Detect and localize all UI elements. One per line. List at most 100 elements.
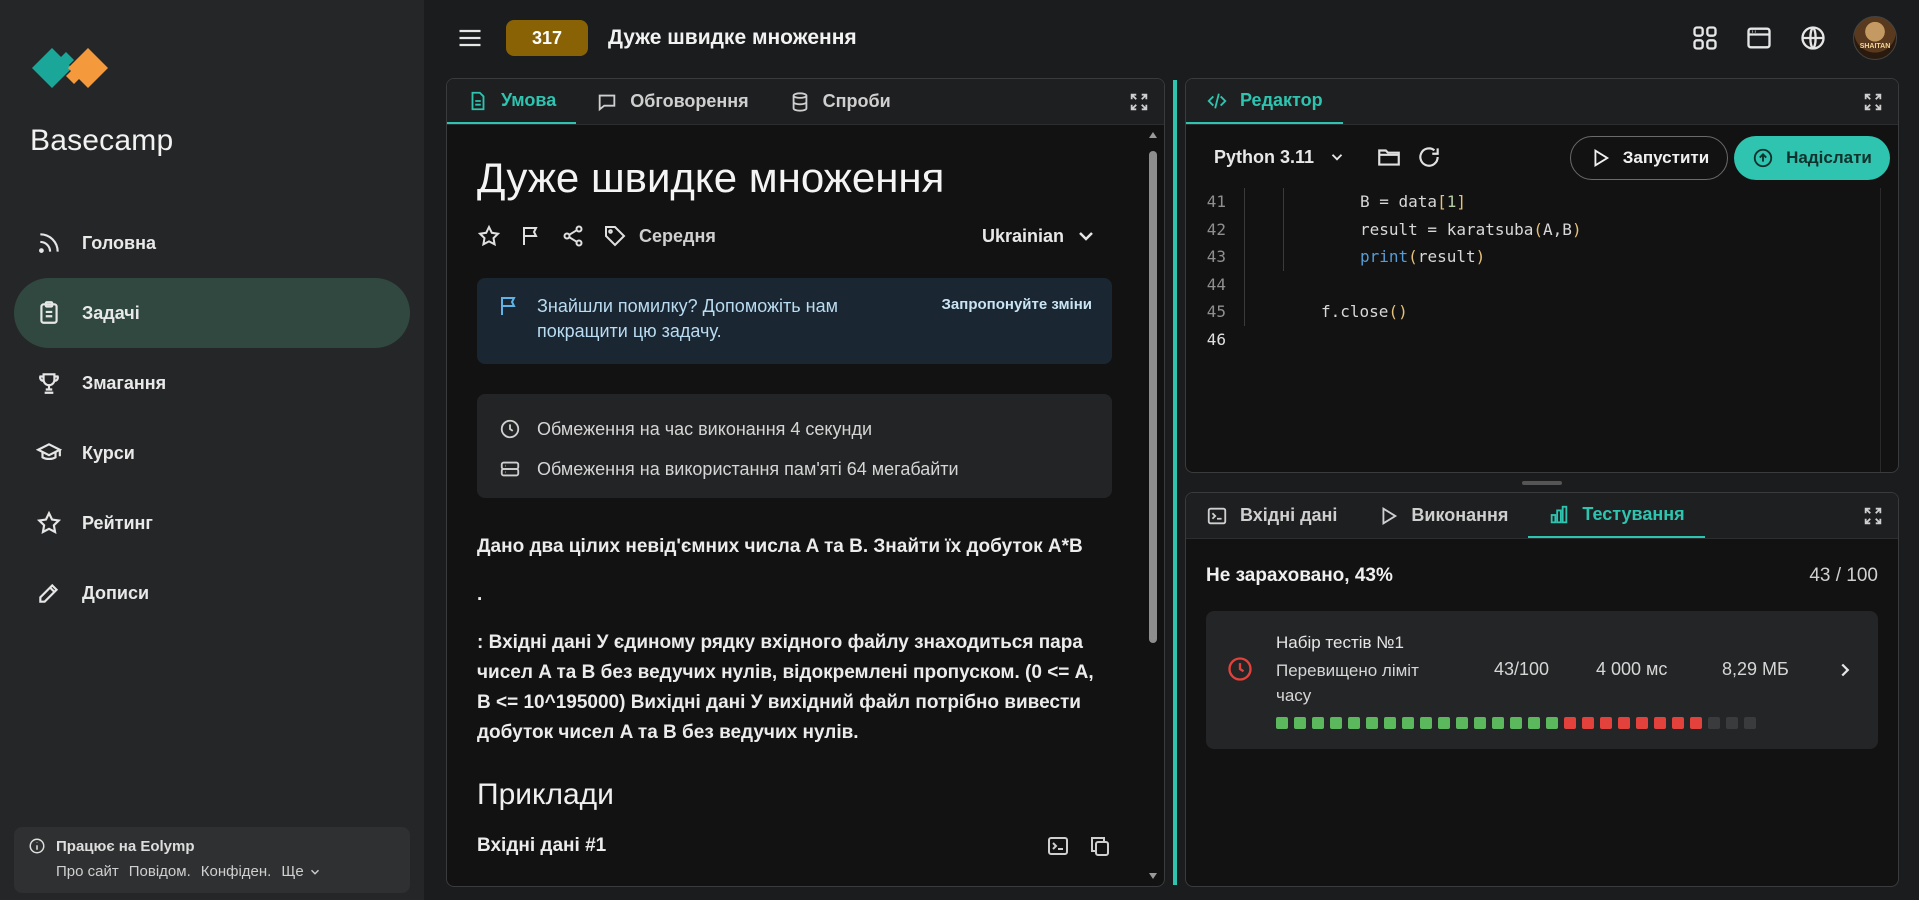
test-failed-marker (1636, 717, 1648, 729)
test-set-status: Перевищено ліміт часу (1276, 661, 1419, 705)
suggest-changes-link[interactable]: Запропонуйте зміни (942, 296, 1092, 348)
footer-link-report[interactable]: Повідом. (129, 863, 191, 880)
terminal-icon[interactable] (1046, 834, 1070, 858)
code-line: 44 (1186, 270, 1880, 298)
tab-label: Умова (501, 90, 557, 110)
indent-guide (1244, 270, 1245, 298)
basecamp-logo-icon[interactable] (30, 38, 110, 98)
top-header: 317 Дуже швидке множення SHAITAN (424, 0, 1919, 76)
scroll-up-arrow-icon[interactable] (1148, 131, 1158, 139)
nav-item-problems[interactable]: Задачі (14, 278, 410, 348)
footer-link-more[interactable]: Ще (281, 863, 321, 880)
indent-guide (1244, 243, 1245, 271)
nav-item-label: Курси (82, 442, 135, 463)
header-actions: SHAITAN (1691, 16, 1897, 60)
statement-paragraph: Дано два цілих невід'ємних числа A та B.… (477, 536, 1083, 557)
tab-label: Обговорення (630, 91, 749, 111)
alert-text: Знайшли помилку? Допоможіть нам покращит… (537, 296, 838, 341)
problem-scrollbar[interactable] (1146, 131, 1160, 882)
expand-icon[interactable] (1128, 91, 1150, 113)
test-failed-marker (1582, 717, 1594, 729)
editor-scrollbar[interactable] (1880, 188, 1898, 472)
submit-button[interactable]: Надіслати (1734, 136, 1890, 180)
graduation-cap-icon (36, 443, 62, 461)
test-passed-marker (1312, 717, 1324, 729)
star-icon[interactable] (477, 224, 501, 248)
test-set-memory: 8,29 МБ (1722, 659, 1789, 679)
run-button[interactable]: Запустити (1570, 136, 1728, 180)
globe-icon[interactable] (1799, 24, 1827, 52)
edit-icon (39, 583, 59, 603)
tab-input[interactable]: Вхідні дані (1186, 493, 1357, 538)
results-tabs: Вхідні дані Виконання Тестування (1186, 493, 1898, 539)
refresh-icon[interactable] (1416, 144, 1442, 170)
hamburger-menu-icon[interactable] (456, 24, 484, 52)
footer-link-privacy[interactable]: Конфіден. (201, 863, 272, 880)
tab-attempts[interactable]: Спроби (769, 79, 911, 124)
editor-resize-handle[interactable] (1522, 481, 1562, 485)
chevron-right-icon[interactable] (1834, 659, 1856, 681)
statement-paragraph: . (477, 584, 483, 605)
tab-testing[interactable]: Тестування (1528, 493, 1705, 538)
run-label: Запустити (1622, 148, 1710, 167)
tab-label: Тестування (1582, 504, 1685, 524)
tab-editor[interactable]: Редактор (1186, 79, 1343, 124)
apps-grid-icon[interactable] (1691, 24, 1719, 52)
nav-item-rating[interactable]: Рейтинг (14, 488, 410, 558)
folder-icon[interactable] (1376, 144, 1402, 170)
expand-icon[interactable] (1862, 91, 1884, 113)
copy-icon[interactable] (1088, 834, 1112, 858)
browser-window-icon[interactable] (1745, 24, 1773, 52)
tab-execution[interactable]: Виконання (1357, 493, 1528, 538)
info-icon (29, 838, 45, 854)
test-failed-marker (1618, 717, 1630, 729)
test-failed-marker (1690, 717, 1702, 729)
code-icon (1207, 92, 1227, 109)
tag-icon[interactable] (603, 224, 627, 248)
terminal-icon (1207, 507, 1227, 524)
chevron-down-icon (1331, 154, 1343, 161)
suggest-fix-alert: Знайшли помилку? Допоможіть нам покращит… (477, 278, 1112, 364)
tab-statement[interactable]: Умова (447, 79, 577, 124)
indent-guide (1283, 215, 1284, 243)
language-select[interactable]: Ukrainian (982, 224, 1098, 248)
code-line: 46 (1186, 326, 1880, 354)
test-failed-marker (1654, 717, 1666, 729)
test-failed-marker (1672, 717, 1684, 729)
indent-guide (1283, 243, 1284, 271)
test-passed-marker (1420, 717, 1432, 729)
share-icon[interactable] (561, 224, 585, 248)
test-passed-marker (1384, 717, 1396, 729)
tab-discussion[interactable]: Обговорення (576, 79, 768, 124)
brand-name[interactable]: Basecamp (30, 124, 173, 158)
code-line: 43 print(result) (1186, 243, 1880, 271)
example-input-row: Вхідні дані #1 (477, 834, 1112, 858)
test-passed-marker (1510, 717, 1522, 729)
flag-icon[interactable] (519, 224, 543, 248)
code-editor[interactable]: 41 B = data[1] 42 result = karatsuba(A,B… (1186, 188, 1880, 472)
problem-id-badge: 317 (506, 20, 588, 56)
user-avatar[interactable]: SHAITAN (1853, 16, 1897, 60)
language-version-select[interactable]: Python 3.11 (1214, 147, 1346, 168)
line-number: 41 (1206, 192, 1226, 212)
header-title: Дуже швидке множення (608, 26, 857, 49)
nav-item-contests[interactable]: Змагання (14, 348, 410, 418)
scroll-down-arrow-icon[interactable] (1148, 872, 1158, 880)
problem-content: Дуже швидке множення Середня Ukrainian З… (447, 126, 1142, 886)
test-set-card[interactable]: Набір тестів №1 Перевищено ліміт часу 43… (1206, 611, 1878, 749)
code-text: print(result) (1360, 247, 1486, 267)
results-panel: Вхідні дані Виконання Тестування Не зара… (1185, 492, 1899, 887)
nav-item-courses[interactable]: Курси (14, 418, 410, 488)
scroll-thumb[interactable] (1149, 151, 1157, 643)
clock-icon (1228, 657, 1252, 681)
code-line: 42 result = karatsuba(A,B) (1186, 215, 1880, 243)
test-passed-marker (1348, 717, 1360, 729)
footer-link-about[interactable]: Про сайт (56, 863, 119, 880)
nav-item-home[interactable]: Головна (14, 208, 410, 278)
nav-item-posts[interactable]: Дописи (14, 558, 410, 628)
code-line: 41 B = data[1] (1186, 188, 1880, 216)
test-passed-marker (1528, 717, 1540, 729)
test-passed-marker (1438, 717, 1450, 729)
panel-resize-handle[interactable] (1173, 80, 1177, 885)
expand-icon[interactable] (1862, 505, 1884, 527)
